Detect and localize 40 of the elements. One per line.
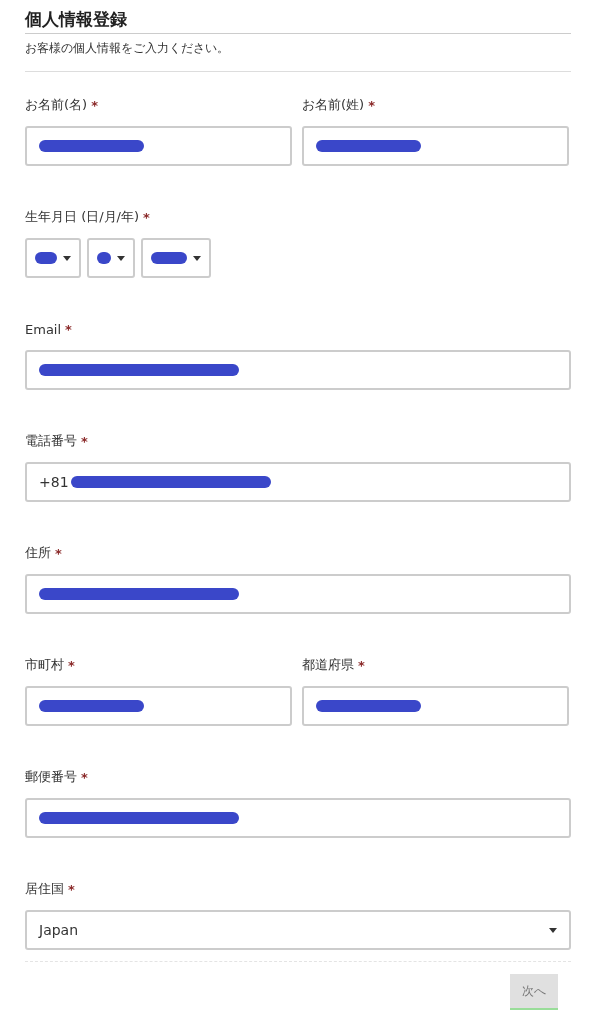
select-value: Japan: [39, 922, 79, 938]
field-label: お名前(名): [25, 96, 88, 114]
caret-icon: [117, 255, 125, 261]
required-asterisk: *: [65, 321, 72, 337]
input-field[interactable]: [25, 574, 571, 614]
field-value: +81: [39, 474, 69, 490]
input-field[interactable]: [302, 126, 569, 166]
field-label: 市町村: [25, 656, 64, 674]
required-asterisk: *: [143, 209, 150, 225]
input-field[interactable]: +81: [25, 462, 571, 502]
required-asterisk: *: [55, 545, 62, 561]
required-asterisk: *: [81, 769, 88, 785]
page-subtitle: お客様の個人情報をご入力ください。: [25, 40, 571, 72]
caret-icon: [549, 927, 557, 933]
field-label: 居住国: [25, 880, 64, 898]
required-asterisk: *: [81, 433, 88, 449]
dropdown-select[interactable]: [25, 238, 81, 278]
field-label: Email: [25, 321, 62, 337]
required-asterisk: *: [68, 657, 75, 673]
field-label: 郵便番号: [25, 768, 77, 786]
caret-icon: [193, 255, 201, 261]
field-label: 電話番号: [25, 432, 77, 450]
input-field[interactable]: [25, 126, 292, 166]
field-label: 生年月日 (日/月/年): [25, 208, 140, 226]
dropdown-select[interactable]: [141, 238, 211, 278]
input-field[interactable]: [25, 798, 571, 838]
caret-icon: [63, 255, 71, 261]
required-asterisk: *: [368, 97, 375, 113]
input-field[interactable]: [25, 686, 292, 726]
required-asterisk: *: [68, 881, 75, 897]
field-label: お名前(姓): [302, 96, 365, 114]
dropdown-select[interactable]: [87, 238, 135, 278]
page-title: 個人情報登録: [25, 8, 571, 34]
field-label: 住所: [25, 544, 51, 562]
input-field[interactable]: [25, 350, 571, 390]
required-asterisk: *: [91, 97, 98, 113]
field-label: 都道府県: [302, 656, 354, 674]
dropdown-select[interactable]: Japan: [25, 910, 571, 950]
input-field[interactable]: [302, 686, 569, 726]
required-asterisk: *: [358, 657, 365, 673]
